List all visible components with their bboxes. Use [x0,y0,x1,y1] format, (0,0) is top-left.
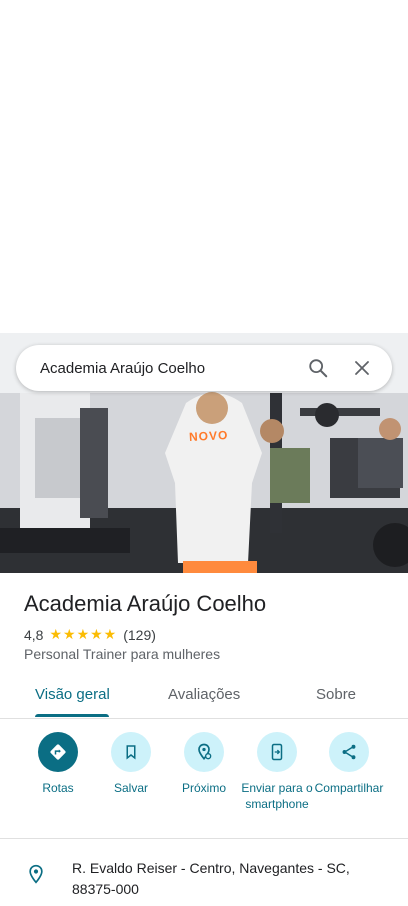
search-bar[interactable]: Academia Araújo Coelho [16,345,392,391]
send-to-phone-circle[interactable] [257,732,297,772]
action-bar: Rotas Salvar Próximo Enviar para o smart… [0,732,408,832]
section-divider [0,838,408,839]
nearby-label: Próximo [181,781,226,795]
send-to-phone-label: Enviar para o smartphone [241,781,313,811]
send-to-phone-button[interactable]: Enviar para o smartphone [237,732,317,812]
save-circle[interactable] [111,732,151,772]
rating-value: 4,8 [24,626,44,643]
nearby-circle[interactable] [184,732,224,772]
share-button[interactable]: Compartilhar [309,732,389,796]
share-label: Compartilhar [314,781,384,795]
save-label: Salvar [113,781,148,795]
nearby-icon [198,743,212,760]
search-input[interactable]: Academia Araújo Coelho [16,360,296,377]
nearby-button[interactable]: Próximo [164,732,244,796]
review-count[interactable]: (129) [123,627,156,643]
place-category[interactable]: Personal Trainer para mulheres [24,646,220,662]
send-to-phone-icon [271,743,283,761]
tab-overview[interactable]: Visão geral [35,672,110,716]
rating-stars: ★★★★★ [49,626,118,642]
location-pin-icon [29,864,43,884]
directions-label: Rotas [42,781,74,795]
close-button[interactable] [340,346,384,390]
place-title: Academia Araújo Coelho [24,591,267,616]
directions-circle[interactable] [38,732,78,772]
bookmark-icon [126,745,136,760]
tab-about[interactable]: Sobre [316,672,356,716]
search-icon [309,359,328,378]
directions-icon [50,744,66,760]
save-button[interactable]: Salvar [91,732,171,796]
directions-button[interactable]: Rotas [18,732,98,796]
shirt-logo: NOVO [188,427,229,445]
search-button[interactable] [296,346,340,390]
rating-line[interactable]: 4,8 ★★★★★ (129) [24,626,156,643]
share-icon [342,744,356,760]
tab-reviews[interactable]: Avaliações [168,672,240,716]
close-icon [355,361,369,375]
address-text[interactable]: R. Evaldo Reiser - Centro, Navegantes - … [72,858,372,900]
place-tabs: Visão geral Avaliações Sobre [0,672,408,719]
active-tab-indicator [35,714,109,717]
share-circle[interactable] [329,732,369,772]
